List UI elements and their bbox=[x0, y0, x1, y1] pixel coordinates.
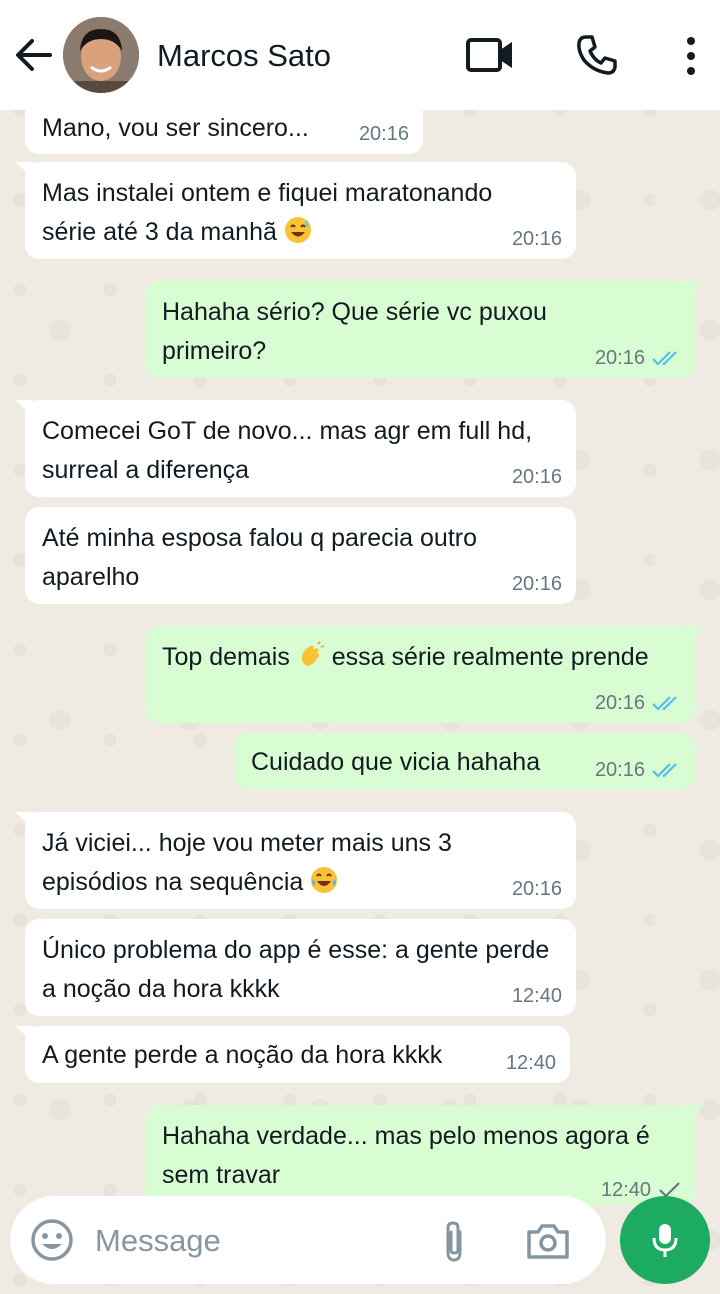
message-time: 20:16 bbox=[595, 692, 681, 714]
message-bubble-incoming[interactable]: Comecei GoT de novo... mas agr em full h… bbox=[15, 400, 576, 497]
mic-button[interactable] bbox=[620, 1196, 710, 1284]
emoji-icon[interactable] bbox=[28, 1216, 76, 1264]
smiling-face-with-sweat-emoji-icon bbox=[284, 217, 311, 243]
message-text: Comecei GoT de novo... mas agr em full h… bbox=[42, 417, 533, 484]
message-text: Até minha esposa falou q parecia outro a… bbox=[42, 524, 477, 591]
read-receipt-icon bbox=[652, 696, 677, 711]
attach-icon[interactable] bbox=[434, 1218, 474, 1266]
face-with-tears-of-joy-emoji-icon bbox=[311, 867, 338, 893]
message-text: A gente perde a noção da hora kkkk bbox=[42, 1041, 443, 1069]
message-time: 20:16 bbox=[511, 228, 562, 250]
message-bubble-incoming[interactable]: A gente perde a noção da hora kkkk 12:40 bbox=[15, 1026, 570, 1083]
chat-header: Marcos Sato bbox=[0, 0, 720, 110]
bubble-tail bbox=[687, 281, 705, 297]
message-bubble-incoming[interactable]: Já viciei... hoje vou meter mais uns 3 e… bbox=[15, 812, 576, 909]
clapping-hands-emoji-icon bbox=[301, 641, 325, 666]
message-text: Único problema do app é esse: a gente pe… bbox=[42, 936, 550, 1003]
message-time: 12:40 bbox=[511, 985, 562, 1007]
mic-icon bbox=[652, 1224, 678, 1257]
message-time: 20:16 bbox=[595, 347, 681, 369]
bubble-tail bbox=[687, 626, 705, 642]
phone-call-icon[interactable] bbox=[574, 32, 620, 78]
message-time: 20:16 bbox=[595, 759, 681, 781]
message-bubble-outgoing[interactable]: Top demais essa série realmente prende 2… bbox=[145, 626, 705, 723]
more-options-icon[interactable] bbox=[680, 34, 702, 78]
message-time: 12:40 bbox=[505, 1052, 556, 1074]
message-bubble-outgoing[interactable]: Hahaha verdade... mas pelo menos agora é… bbox=[145, 1105, 705, 1205]
bubble-tail bbox=[687, 1105, 705, 1121]
message-time: 20:16 bbox=[511, 878, 562, 900]
message-bubble-incoming[interactable]: Único problema do app é esse: a gente pe… bbox=[25, 919, 576, 1016]
message-time: 20:16 bbox=[511, 573, 562, 595]
message-text: essa série realmente prende bbox=[331, 643, 649, 671]
message-bubble-outgoing[interactable]: Hahaha sério? Que série vc puxou primeir… bbox=[145, 281, 705, 378]
contact-name[interactable]: Marcos Sato bbox=[157, 38, 331, 74]
message-input[interactable]: Message bbox=[95, 1223, 221, 1259]
video-call-icon[interactable] bbox=[464, 34, 516, 76]
message-text: Já viciei... hoje vou meter mais uns 3 e… bbox=[42, 829, 452, 896]
bubble-tail bbox=[15, 812, 33, 828]
message-bubble-incoming[interactable]: Mas instalei ontem e fiquei maratonando … bbox=[15, 162, 576, 259]
back-arrow-icon[interactable] bbox=[12, 34, 54, 76]
message-time: 20:16 bbox=[358, 123, 409, 145]
bubble-tail bbox=[15, 400, 33, 416]
read-receipt-icon bbox=[652, 351, 677, 366]
read-receipt-icon bbox=[652, 763, 677, 778]
camera-icon[interactable] bbox=[524, 1220, 572, 1262]
message-bubble-incoming[interactable]: Até minha esposa falou q parecia outro a… bbox=[25, 507, 576, 604]
message-composer: Message bbox=[10, 1196, 606, 1284]
bubble-tail bbox=[15, 162, 33, 178]
bubble-tail bbox=[15, 1026, 33, 1042]
message-bubble-outgoing[interactable]: Cuidado que vicia hahaha 20:16 bbox=[234, 733, 695, 790]
message-time: 20:16 bbox=[511, 466, 562, 488]
avatar[interactable] bbox=[63, 17, 139, 93]
message-text: Mas instalei ontem e fiquei maratonando … bbox=[42, 179, 493, 246]
message-text: Top demais bbox=[162, 643, 290, 671]
